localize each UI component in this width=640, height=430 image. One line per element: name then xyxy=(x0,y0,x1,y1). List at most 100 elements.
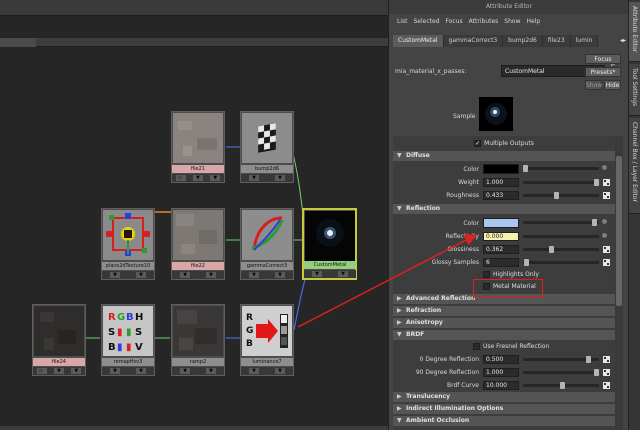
node-port-bar[interactable]: ▼ ▼ xyxy=(304,270,356,278)
deg90-field[interactable] xyxy=(483,368,519,377)
node-port-bar[interactable]: ▷ ▼ ▼ xyxy=(33,367,85,375)
tab-file23[interactable]: file23 xyxy=(542,35,571,47)
diffuse-weight-slider[interactable] xyxy=(523,181,599,184)
node-luminance7[interactable]: RGB luminance7 ▼ ▼ xyxy=(240,304,294,376)
brdf-curve-field[interactable] xyxy=(483,381,519,390)
deg90-slider[interactable] xyxy=(523,371,599,374)
map-button-icon[interactable] xyxy=(603,246,610,253)
scrollbar-thumb[interactable] xyxy=(616,156,622,306)
map-button-icon[interactable] xyxy=(603,382,610,389)
tab-custommetal[interactable]: CustomMetal xyxy=(393,35,444,47)
node-port-bar[interactable]: ▼ ▼ xyxy=(172,271,224,279)
map-button-icon[interactable] xyxy=(603,192,610,199)
section-brdf[interactable]: ▼ BRDF xyxy=(393,330,615,340)
glossiness-slider-knob[interactable] xyxy=(549,246,554,253)
side-tab-tool-settings[interactable]: Tool Settings xyxy=(629,64,640,116)
hide-button[interactable]: Hide xyxy=(604,80,621,90)
diffuse-weight-field[interactable] xyxy=(483,178,519,187)
highlights-only-checkbox[interactable] xyxy=(483,271,490,278)
map-button-icon[interactable] xyxy=(603,179,610,186)
glossy-samples-slider-knob[interactable] xyxy=(524,259,529,266)
menu-attributes[interactable]: Attributes xyxy=(469,18,499,25)
glossiness-field[interactable] xyxy=(483,245,519,254)
reflection-color-swatch[interactable] xyxy=(483,218,519,228)
brdf-curve-slider-knob[interactable] xyxy=(560,382,565,389)
reflectivity-field[interactable] xyxy=(483,232,519,241)
reflectivity-slider[interactable] xyxy=(523,235,599,238)
node-type-label: mia_material_x_passes: xyxy=(395,68,467,75)
ramp-thumbnail xyxy=(173,306,223,356)
menu-focus[interactable]: Focus xyxy=(446,18,463,25)
attribute-editor-scrollbar[interactable] xyxy=(615,136,623,430)
map-button-icon[interactable] xyxy=(603,259,610,266)
map-button-icon[interactable] xyxy=(603,369,610,376)
section-title: Anisotropy xyxy=(406,319,443,326)
deg90-slider-knob[interactable] xyxy=(594,369,599,376)
node-file21[interactable]: file21 ▷ ▼ ▼ xyxy=(171,111,225,183)
node-port-bar[interactable]: ▷ ▼ ▼ xyxy=(172,174,224,182)
section-anisotropy[interactable]: ▶ Anisotropy xyxy=(393,318,615,328)
map-connect-icon[interactable] xyxy=(601,164,608,171)
tab-bump2d6[interactable]: bump2d6 xyxy=(503,35,543,47)
deg0-slider-knob[interactable] xyxy=(586,356,591,363)
menu-show[interactable]: Show xyxy=(504,18,520,25)
menu-selected[interactable]: Selected xyxy=(414,18,440,25)
material-thumbnail xyxy=(305,211,355,261)
sample-swatch[interactable] xyxy=(479,97,513,131)
multiple-outputs-label: Multiple Outputs xyxy=(484,139,534,147)
deg0-field[interactable] xyxy=(483,355,519,364)
map-button-icon[interactable] xyxy=(603,356,610,363)
diffuse-weight-slider-knob[interactable] xyxy=(594,179,599,186)
node-editor-panel[interactable]: file21 ▷ ▼ ▼ bump2d6 ▼ ▼ place2dTexture1… xyxy=(0,0,388,430)
node-port-bar[interactable]: ▼ ▼ xyxy=(102,367,154,375)
side-tab-channel-box[interactable]: Channel Box / Layer Editor xyxy=(629,118,640,214)
side-tab-attribute-editor[interactable]: Attribute Editor xyxy=(629,2,640,62)
node-port-bar[interactable]: ▼ ▼ xyxy=(241,271,293,279)
node-custommetal[interactable]: CustomMetal ▼ ▼ xyxy=(302,208,357,280)
node-remapHsv3[interactable]: RGBH S ▮ ▮ S B ▮ ▮ V remapHsv3 ▼ ▼ xyxy=(101,304,155,376)
node-port-bar[interactable]: ▼ ▼ xyxy=(241,174,293,182)
glossy-samples-slider[interactable] xyxy=(523,261,599,264)
show-button[interactable]: Show xyxy=(585,80,602,90)
reflection-color-slider-knob[interactable] xyxy=(592,219,597,226)
node-port-bar[interactable]: ▼ ▼ xyxy=(241,367,293,375)
section-refraction[interactable]: ▶ Refraction xyxy=(393,306,615,316)
tab-gammacorrect3[interactable]: gammaCorrect3 xyxy=(443,35,504,47)
tab-lumin[interactable]: lumin xyxy=(570,35,599,47)
reflection-color-slider[interactable] xyxy=(523,221,599,224)
node-gammaCorrect3[interactable]: gammaCorrect3 ▼ ▼ xyxy=(240,208,294,280)
section-indirect-illumination[interactable]: ▶ Indirect Illumination Options xyxy=(393,404,615,414)
diffuse-roughness-slider-knob[interactable] xyxy=(554,192,559,199)
node-file24[interactable]: file24 ▷ ▼ ▼ xyxy=(32,304,86,376)
node-port-bar[interactable]: ▼ ▼ xyxy=(102,271,154,279)
node-editor-scrollbar[interactable] xyxy=(0,426,388,430)
section-ambient-occlusion[interactable]: ▼ Ambient Occlusion xyxy=(393,416,615,426)
node-file22[interactable]: file22 ▼ ▼ xyxy=(171,208,225,280)
section-translucency[interactable]: ▶ Translucency xyxy=(393,392,615,402)
node-bump2d6[interactable]: bump2d6 ▼ ▼ xyxy=(240,111,294,183)
node-port-bar[interactable]: ▼ ▼ xyxy=(172,367,224,375)
menu-list[interactable]: List xyxy=(397,18,408,25)
diffuse-color-slider-knob[interactable] xyxy=(523,165,528,172)
glossy-samples-field[interactable] xyxy=(483,258,519,267)
svg-text:R: R xyxy=(246,313,253,323)
map-connect-icon[interactable] xyxy=(601,218,608,225)
focus-button[interactable]: Focus xyxy=(585,54,621,64)
texture-thumbnail xyxy=(173,210,223,260)
glossiness-slider[interactable] xyxy=(523,248,599,251)
section-reflection[interactable]: ▼ Reflection xyxy=(393,204,615,214)
diffuse-color-slider[interactable] xyxy=(523,167,599,170)
use-fresnel-label: Use Fresnel Reflection xyxy=(483,343,550,350)
map-connect-icon[interactable] xyxy=(601,232,608,239)
menu-help[interactable]: Help xyxy=(526,18,540,25)
node-place2dTexture10[interactable]: place2dTexture10 ▼ ▼ xyxy=(101,208,155,280)
diffuse-roughness-field[interactable] xyxy=(483,191,519,200)
diffuse-roughness-slider[interactable] xyxy=(523,194,599,197)
use-fresnel-checkbox[interactable] xyxy=(473,343,480,350)
multiple-outputs-checkbox[interactable]: ✓ xyxy=(474,139,482,147)
presets-button[interactable]: Presets* xyxy=(585,67,621,77)
diffuse-color-swatch[interactable] xyxy=(483,164,519,174)
node-ramp2[interactable]: ramp2 ▼ ▼ xyxy=(171,304,225,376)
section-diffuse[interactable]: ▼ Diffuse xyxy=(393,151,615,161)
side-tab-label: Attribute Editor xyxy=(631,6,638,53)
